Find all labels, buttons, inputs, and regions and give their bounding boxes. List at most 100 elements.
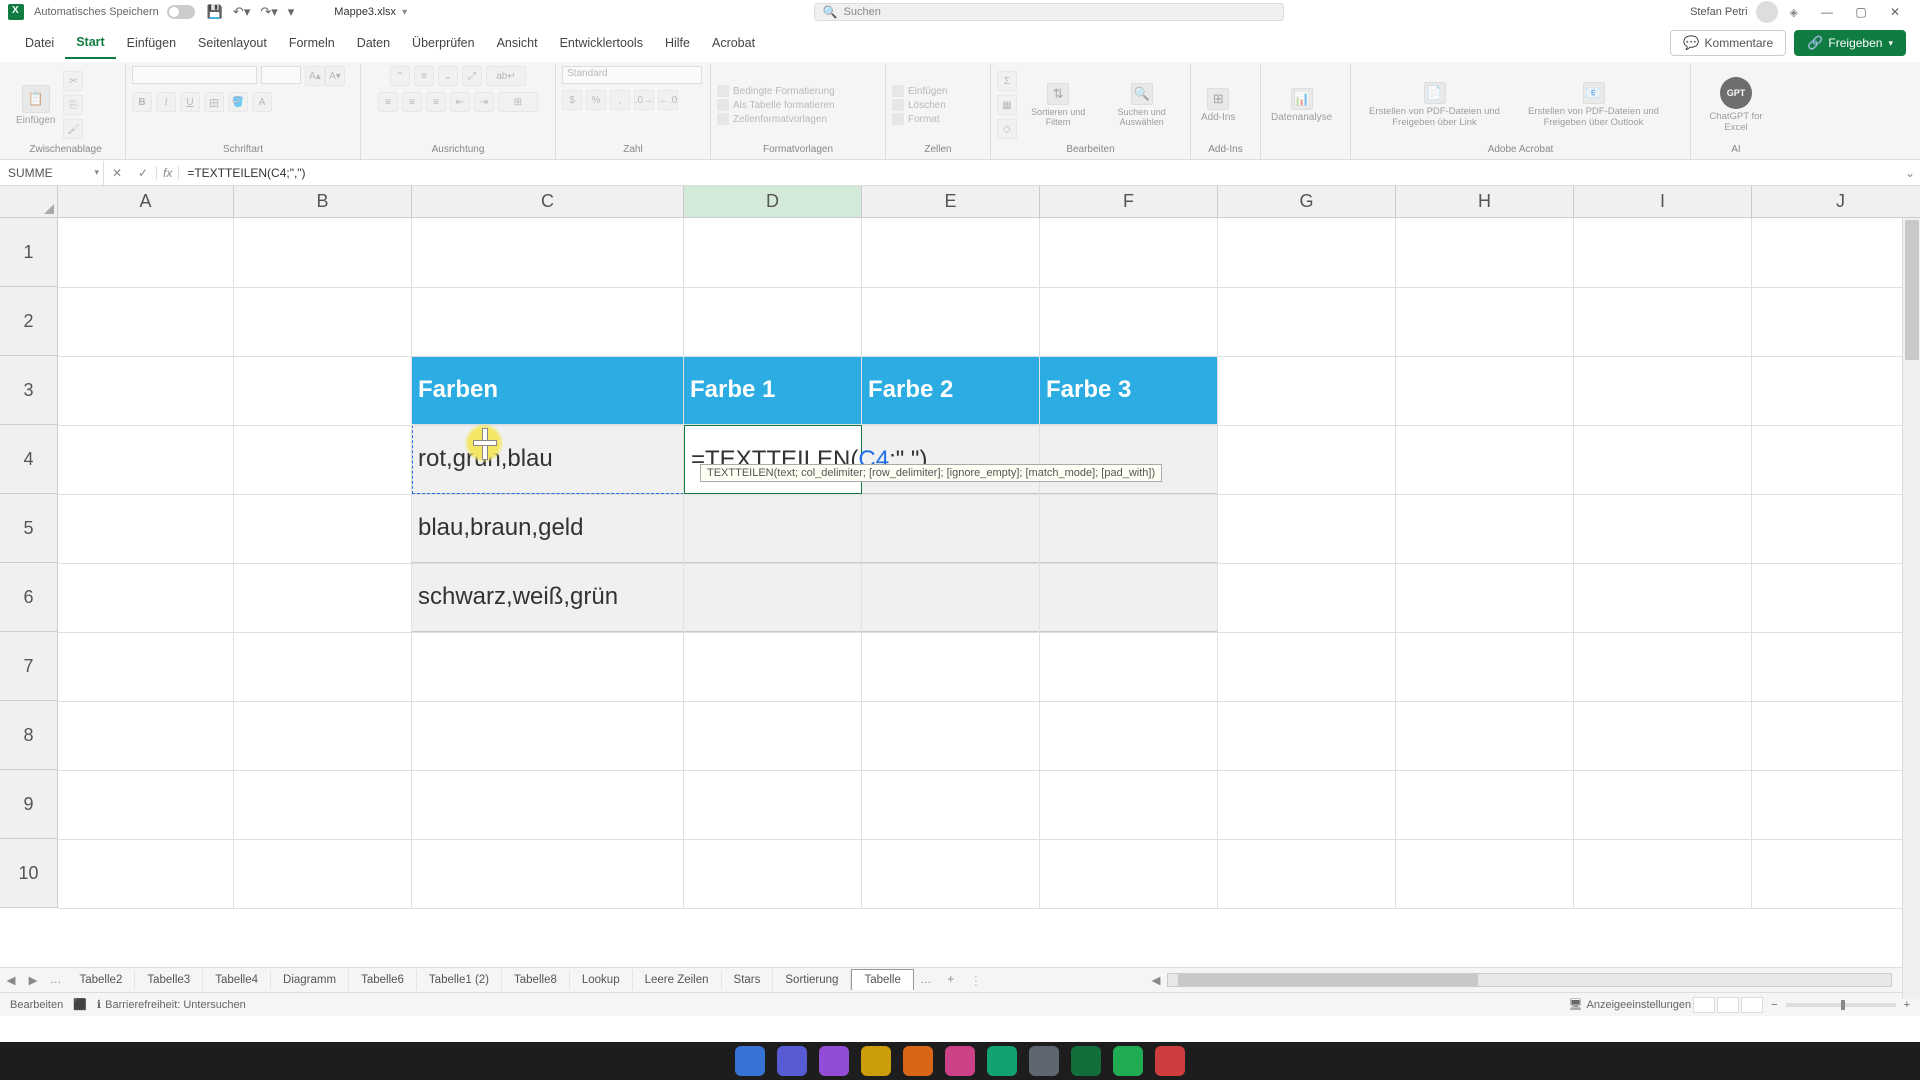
sheet-tab[interactable]: Leere Zeilen: [633, 970, 722, 990]
comments-button[interactable]: 💬Kommentare: [1670, 30, 1786, 56]
tab-ueberpruefen[interactable]: Überprüfen: [401, 28, 486, 58]
fill-color-icon[interactable]: 🪣: [228, 92, 248, 112]
wrap-text-icon[interactable]: ab↵: [486, 66, 526, 86]
sheet-tab-active[interactable]: Tabelle: [851, 969, 913, 990]
orientation-icon[interactable]: ⤢: [462, 66, 482, 86]
row-header-8[interactable]: 8: [0, 701, 58, 770]
col-header-a[interactable]: A: [58, 186, 234, 218]
display-settings-label[interactable]: Anzeigeeinstellungen: [1587, 999, 1692, 1011]
taskbar-item[interactable]: [1071, 1046, 1101, 1076]
macro-record-icon[interactable]: ⬛: [73, 998, 87, 1011]
display-settings-icon[interactable]: 🖥: [1569, 998, 1583, 1011]
maximize-button[interactable]: ▢: [1844, 5, 1878, 19]
sheet-nav-prev[interactable]: ◀: [0, 973, 22, 987]
zoom-out-button[interactable]: −: [1771, 999, 1777, 1011]
sheet-tab[interactable]: Tabelle4: [203, 970, 271, 990]
taskbar-item[interactable]: [735, 1046, 765, 1076]
tab-ansicht[interactable]: Ansicht: [486, 28, 549, 58]
fx-icon[interactable]: fx: [157, 166, 179, 180]
row-header-5[interactable]: 5: [0, 494, 58, 563]
cancel-formula-icon[interactable]: ✕: [104, 166, 130, 180]
sheet-tab[interactable]: Tabelle2: [68, 970, 136, 990]
find-select-button[interactable]: 🔍Suchen und Auswählen: [1099, 81, 1184, 129]
horizontal-scrollbar[interactable]: [1167, 973, 1892, 987]
indent-inc-icon[interactable]: ⇥: [474, 92, 494, 112]
sheet-overflow-icon[interactable]: …: [914, 974, 938, 986]
format-painter-icon[interactable]: 🖌: [63, 119, 83, 139]
paste-button[interactable]: 📋Einfügen: [12, 83, 59, 128]
font-size-input[interactable]: [261, 66, 301, 84]
decimal-inc-icon[interactable]: .0→: [634, 90, 654, 110]
taskbar-item[interactable]: [987, 1046, 1017, 1076]
row-header-6[interactable]: 6: [0, 563, 58, 632]
copy-icon[interactable]: ⎘: [63, 95, 83, 115]
row-header-10[interactable]: 10: [0, 839, 58, 908]
increase-font-icon[interactable]: A▴: [305, 66, 325, 86]
fill-icon[interactable]: ▦: [997, 95, 1017, 115]
tab-acrobat[interactable]: Acrobat: [701, 28, 766, 58]
align-bottom-icon[interactable]: ⌄: [438, 66, 458, 86]
accessibility-label[interactable]: Barrierefreiheit: Untersuchen: [105, 999, 246, 1011]
view-page-layout-icon[interactable]: [1717, 997, 1739, 1013]
autosum-icon[interactable]: Σ: [997, 71, 1017, 91]
row-header-1[interactable]: 1: [0, 218, 58, 287]
autosave-toggle[interactable]: [167, 5, 195, 19]
sheet-tab[interactable]: Tabelle3: [135, 970, 203, 990]
row-header-7[interactable]: 7: [0, 632, 58, 701]
row-header-9[interactable]: 9: [0, 770, 58, 839]
number-format-select[interactable]: Standard: [562, 66, 702, 84]
row-header-2[interactable]: 2: [0, 287, 58, 356]
align-middle-icon[interactable]: ≡: [414, 66, 434, 86]
add-sheet-button[interactable]: +: [937, 974, 964, 986]
zoom-in-button[interactable]: +: [1904, 999, 1910, 1011]
vertical-scrollbar[interactable]: [1902, 218, 1920, 999]
border-icon[interactable]: 田: [204, 92, 224, 112]
cut-icon[interactable]: ✂: [63, 71, 83, 91]
save-icon[interactable]: 💾: [207, 4, 223, 20]
tab-entwicklertools[interactable]: Entwicklertools: [549, 28, 654, 58]
font-color-icon[interactable]: A: [252, 92, 272, 112]
taskbar-item[interactable]: [1155, 1046, 1185, 1076]
row-header-3[interactable]: 3: [0, 356, 58, 425]
currency-icon[interactable]: $: [562, 90, 582, 110]
tab-formeln[interactable]: Formeln: [278, 28, 346, 58]
sheet-tab[interactable]: Stars: [722, 970, 774, 990]
taskbar-item[interactable]: [903, 1046, 933, 1076]
sheet-tab[interactable]: Tabelle1 (2): [417, 970, 502, 990]
col-header-b[interactable]: B: [234, 186, 412, 218]
col-header-i[interactable]: I: [1574, 186, 1752, 218]
account-area[interactable]: Stefan Petri: [1690, 1, 1777, 23]
format-as-table-button[interactable]: Als Tabelle formatieren: [717, 99, 835, 111]
delete-cells-button[interactable]: Löschen: [892, 99, 947, 111]
taskbar-item[interactable]: [1113, 1046, 1143, 1076]
col-header-h[interactable]: H: [1396, 186, 1574, 218]
tab-seitenlayout[interactable]: Seitenlayout: [187, 28, 278, 58]
format-cells-button[interactable]: Format: [892, 113, 947, 125]
hscroll-thumb[interactable]: [1178, 974, 1478, 986]
scrollbar-thumb[interactable]: [1905, 220, 1919, 360]
merge-icon[interactable]: ⊞: [498, 92, 538, 112]
taskbar-item[interactable]: [819, 1046, 849, 1076]
redo-icon[interactable]: ↷▾: [260, 4, 277, 20]
enter-formula-icon[interactable]: ✓: [130, 166, 156, 180]
align-right-icon[interactable]: ≡: [426, 92, 446, 112]
clear-icon[interactable]: ◇: [997, 119, 1017, 139]
underline-icon[interactable]: U: [180, 92, 200, 112]
col-header-f[interactable]: F: [1040, 186, 1218, 218]
cell-d4[interactable]: =TEXTTEILEN(C4;","): [684, 425, 862, 494]
tab-daten[interactable]: Daten: [346, 28, 401, 58]
col-header-j[interactable]: J: [1752, 186, 1920, 218]
align-center-icon[interactable]: ≡: [402, 92, 422, 112]
accessibility-icon[interactable]: ℹ: [97, 998, 101, 1011]
zoom-slider[interactable]: [1786, 1003, 1896, 1007]
sheet-nav-more[interactable]: …: [44, 974, 68, 986]
formula-input[interactable]: =TEXTTEILEN(C4;","): [179, 166, 1900, 180]
taskbar-item[interactable]: [861, 1046, 891, 1076]
col-header-e[interactable]: E: [862, 186, 1040, 218]
cell-styles-button[interactable]: Zellenformatvorlagen: [717, 113, 835, 125]
sheet-tab[interactable]: Lookup: [570, 970, 633, 990]
tab-einfuegen[interactable]: Einfügen: [116, 28, 187, 58]
sheet-tab[interactable]: Sortierung: [773, 970, 851, 990]
percent-icon[interactable]: %: [586, 90, 606, 110]
hscroll-left[interactable]: ◀: [1145, 973, 1167, 987]
